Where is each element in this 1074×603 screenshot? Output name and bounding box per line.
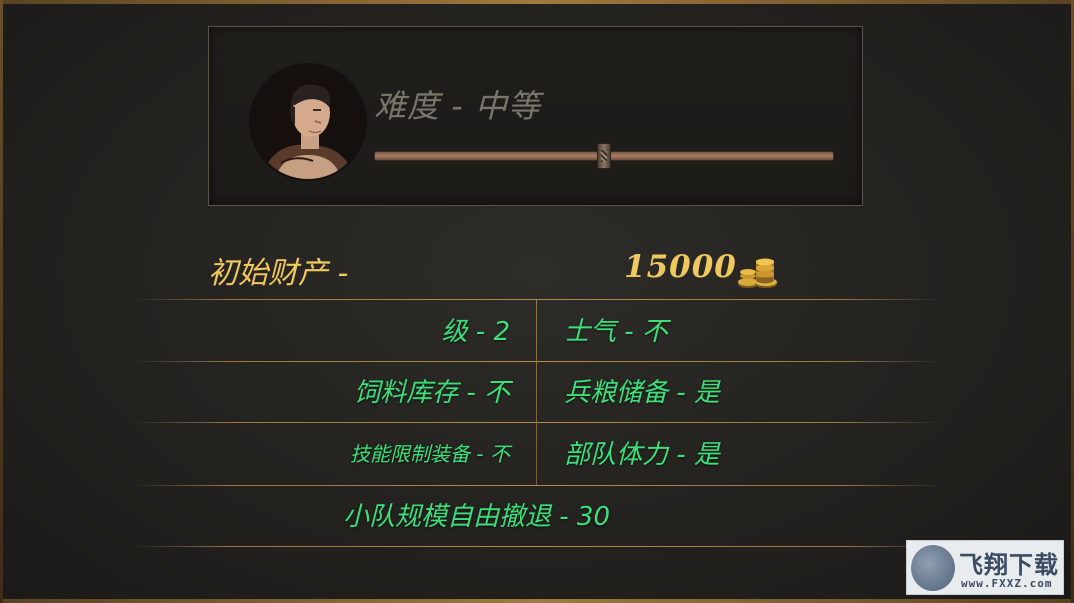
setting-provisions-reserve[interactable]: 兵粮储备 - 是 bbox=[564, 372, 720, 409]
row-divider bbox=[132, 299, 942, 300]
frame-top-border bbox=[0, 0, 1074, 4]
column-divider bbox=[536, 300, 537, 485]
watermark-logo-icon bbox=[911, 545, 955, 591]
watermark-url: www.FXXZ.com bbox=[961, 577, 1053, 590]
setting-troop-stamina[interactable]: 部队体力 - 是 bbox=[564, 434, 720, 471]
gold-coins-icon bbox=[738, 258, 777, 288]
difficulty-panel: 难度 - 中等 bbox=[208, 26, 863, 206]
setting-morale[interactable]: 士气 - 不 bbox=[564, 311, 668, 348]
row-divider bbox=[132, 546, 942, 547]
setting-skill-limited-equipment[interactable]: 技能限制装备 - 不 bbox=[350, 438, 510, 467]
row-divider bbox=[132, 422, 942, 423]
setting-fodder-stock[interactable]: 饲料库存 - 不 bbox=[354, 372, 510, 409]
site-watermark: 飞翔下载 www.FXXZ.com bbox=[906, 540, 1064, 595]
difficulty-slider-handle[interactable] bbox=[597, 143, 611, 169]
difficulty-label: 难度 - 中等 bbox=[374, 87, 541, 125]
starting-wealth-label: 初始财产 - bbox=[208, 256, 349, 291]
frame-bottom-border bbox=[0, 599, 1074, 603]
watermark-name: 飞翔下载 bbox=[959, 551, 1059, 579]
character-portrait bbox=[251, 65, 365, 179]
row-divider bbox=[132, 485, 942, 486]
portrait-illustration bbox=[251, 65, 365, 179]
setting-squad-size-retreat[interactable]: 小队规模自由撤退 - 30 bbox=[343, 496, 610, 533]
frame-left-border bbox=[0, 0, 3, 603]
difficulty-slider[interactable] bbox=[374, 143, 834, 169]
starting-wealth-value: 15000 bbox=[624, 249, 737, 285]
row-divider bbox=[132, 361, 942, 362]
setting-level[interactable]: 级 - 2 bbox=[442, 311, 510, 348]
